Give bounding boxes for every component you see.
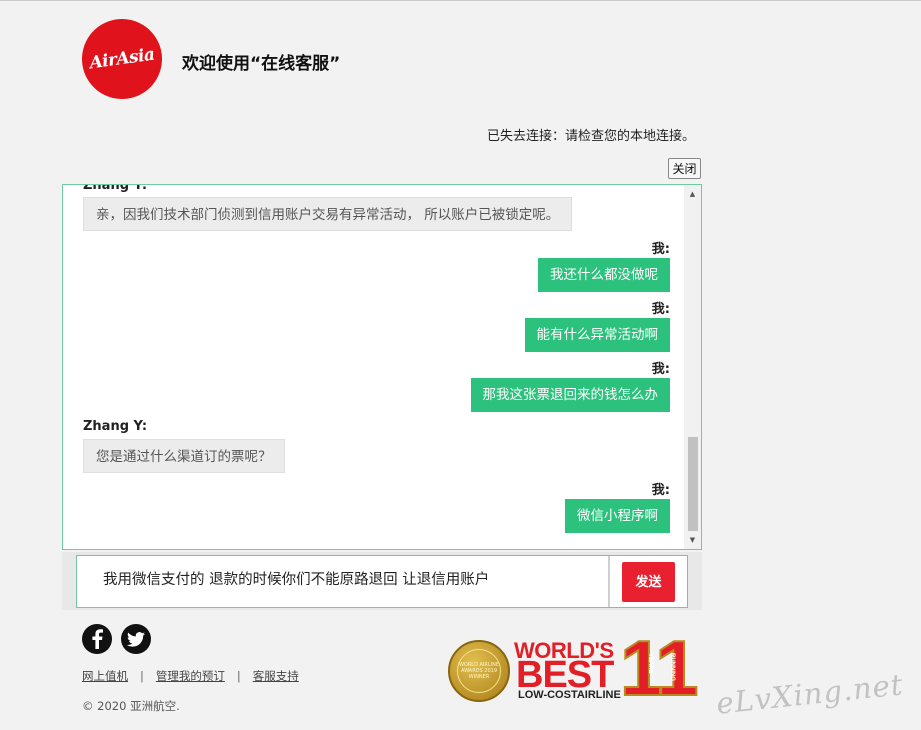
message-composer: 我用微信支付的 退款的时候你们不能原路退回 让退信用账户 发送 [62,552,702,610]
send-button[interactable]: 发送 [622,562,675,602]
award-years-label: YEARS [647,653,653,674]
message-input[interactable]: 我用微信支付的 退款的时候你们不能原路退回 让退信用账户 发送 [76,555,688,608]
message-input-value[interactable]: 我用微信支付的 退款的时候你们不能原路退回 让退信用账户 [103,568,489,589]
scroll-up-icon[interactable]: ▲ [684,187,701,201]
watermark: eLvXing.net [714,667,905,721]
message-sender: 我: [651,242,670,257]
award-running-label: RUNNING [669,653,675,681]
chat-messages: Zhang Y: 亲，因我们技术部门侦测到信用账户交易有异常活动， 所以账户已被… [63,185,684,549]
message-sender: 我: [651,483,670,498]
my-message: 能有什么异常活动啊 [524,318,670,352]
chat-transcript[interactable]: Zhang Y: 亲，因我们技术部门侦测到信用账户交易有异常活动， 所以账户已被… [62,184,702,550]
footer-separator: | [236,669,241,683]
copyright: © 2020 亚洲航空. [82,699,180,713]
award-number: 11 [619,624,700,712]
footer-link-manage-booking[interactable]: 管理我的预订 [156,668,225,684]
scroll-down-icon[interactable]: ▼ [684,533,701,547]
social-links [82,624,151,654]
footer-link-checkin[interactable]: 网上值机 [82,668,128,684]
chat-scrollbar[interactable]: ▲ ▼ [684,185,701,549]
connection-status: 已失去连接：请检查您的本地连接。 [486,129,695,144]
divider [608,556,610,607]
facebook-icon[interactable] [82,624,112,654]
my-message: 我还什么都没做呢 [538,258,670,292]
page-title: 欢迎使用“在线客服” [182,54,341,74]
footer-separator: | [140,669,144,683]
close-button[interactable]: 关闭 [668,158,701,179]
message-sender: Zhang Y: [83,419,148,434]
agent-message: 亲，因我们技术部门侦测到信用账户交易有异常活动， 所以账户已被锁定呢。 [83,197,573,231]
scroll-thumb[interactable] [688,437,698,531]
message-sender: 我: [651,362,670,377]
award-subtitle: LOW-COSTAIRLINE [518,689,621,701]
twitter-icon[interactable] [121,624,151,654]
message-sender: Zhang Y: [83,184,148,193]
my-message: 那我这张票退回来的钱怎么办 [470,378,670,412]
my-message: 微信小程序啊 [565,499,670,533]
footer-links: 网上值机 | 管理我的预订 | 客服支持 [82,668,299,684]
airasia-logo[interactable]: AirAsia [76,13,168,105]
message-sender: 我: [651,302,670,317]
footer-link-support[interactable]: 客服支持 [253,668,299,684]
award-medal-text: WORLD AIRLINE AWARDS 2019 WINNER [457,649,501,693]
agent-message: 您是通过什么渠道订的票呢？ [83,439,285,473]
award-medal-icon: WORLD AIRLINE AWARDS 2019 WINNER [448,640,510,702]
